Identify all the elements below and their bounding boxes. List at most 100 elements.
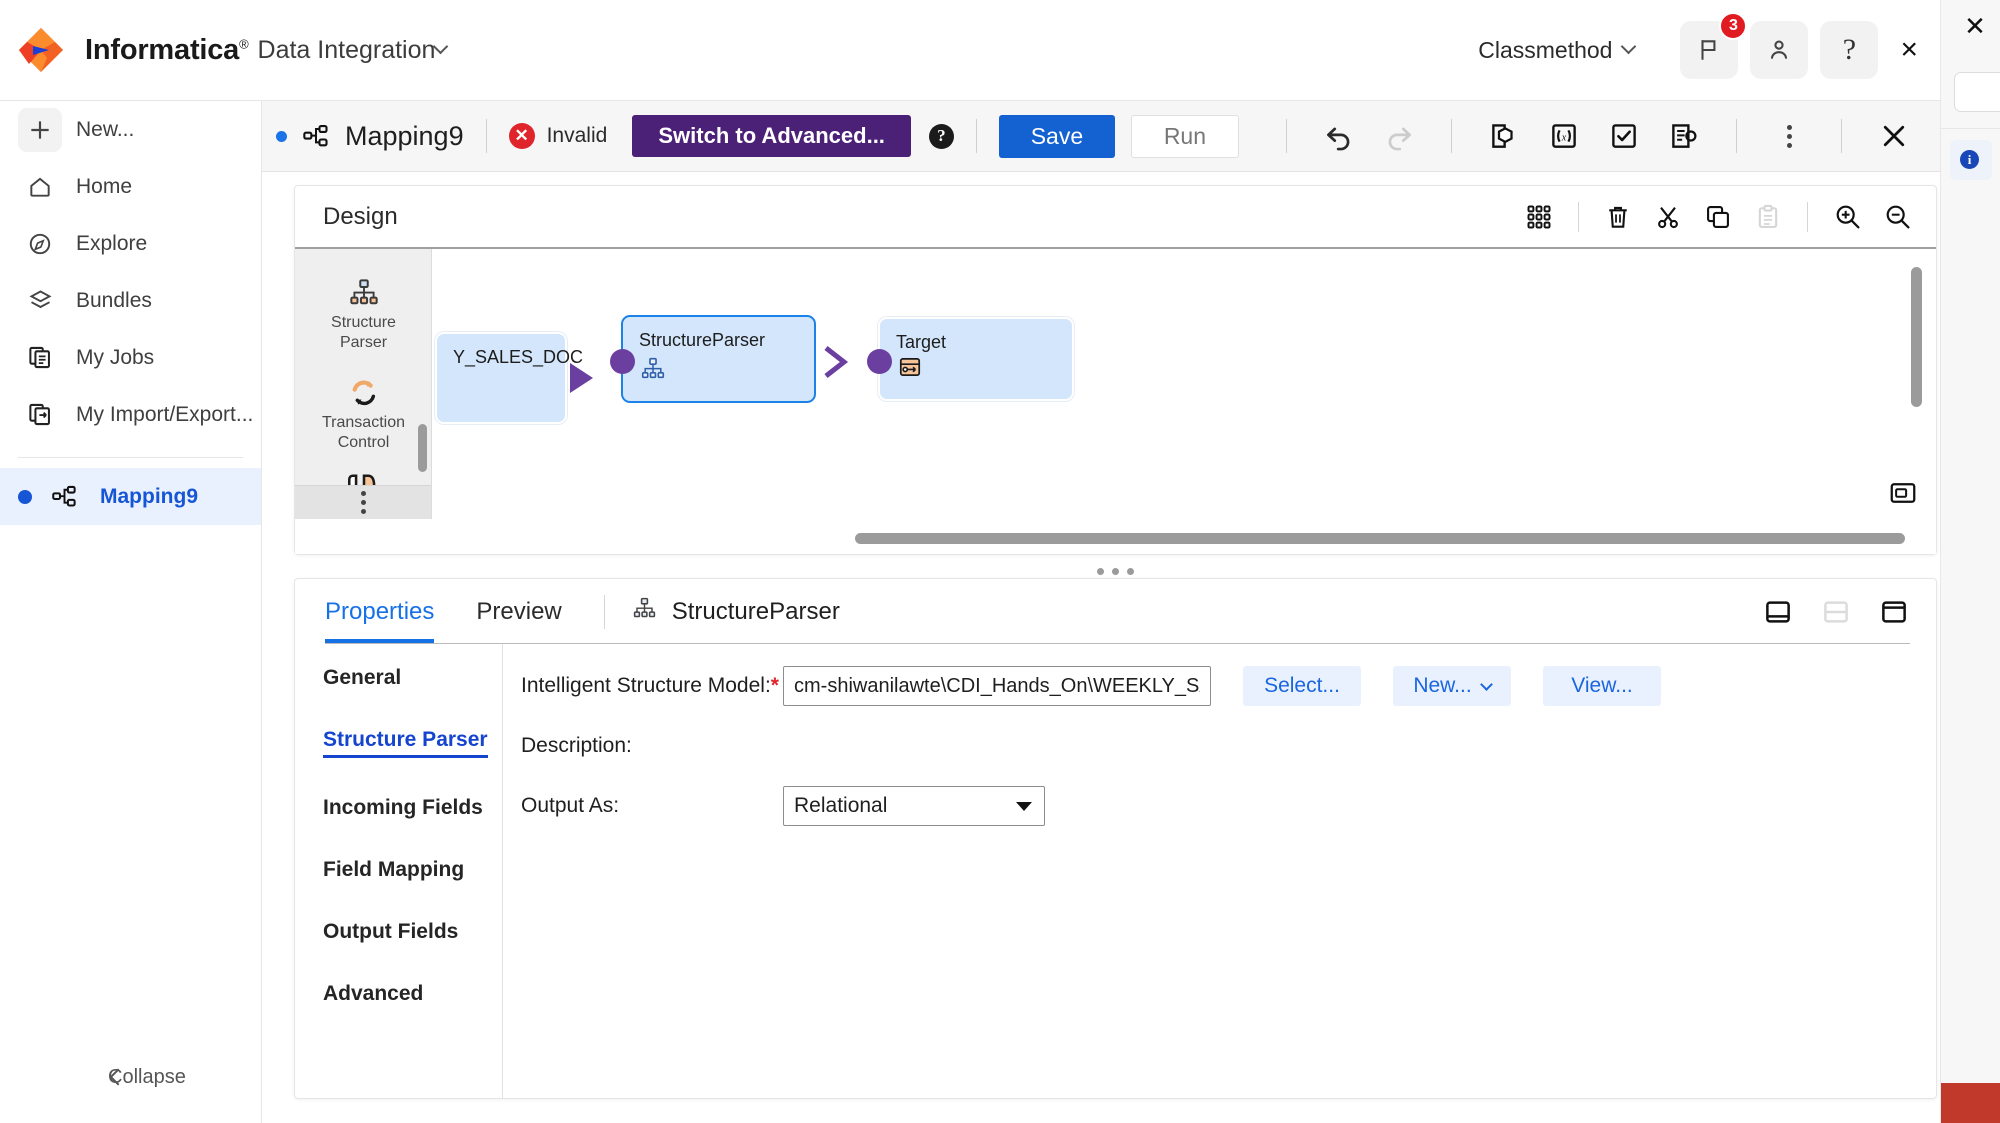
documentation-icon[interactable] — [1661, 113, 1707, 159]
save-button[interactable]: Save — [998, 114, 1115, 158]
background-window: ✕ i — [1940, 0, 2000, 1123]
delete-icon[interactable] — [1593, 194, 1643, 240]
target-icon — [896, 354, 924, 385]
structure-parser-icon — [639, 356, 667, 387]
brand-logo-group[interactable]: Informatica® Data Integration — [17, 26, 449, 74]
canvas-vertical-scrollbar[interactable] — [1911, 267, 1922, 407]
properties-nav-general[interactable]: General — [323, 666, 401, 690]
zoom-in-icon[interactable] — [1822, 194, 1872, 240]
intelligent-structure-model-row: Intelligent Structure Model:* Select... … — [521, 666, 1936, 706]
sidebar-item-my-import-export[interactable]: My Import/Export... — [0, 386, 261, 443]
palette-more-button[interactable] — [295, 485, 431, 519]
palette-item-transaction-control[interactable]: Transaction Control — [295, 377, 431, 453]
tab-label: Preview — [476, 597, 562, 625]
mapping-canvas[interactable]: Structure Parser Transaction Control Y_S… — [295, 249, 1936, 554]
properties-nav-structure-parser[interactable]: Structure Parser — [323, 728, 488, 758]
background-window-close-icon[interactable]: ✕ — [1962, 13, 1988, 40]
background-window-divider — [1940, 128, 2000, 129]
input-port[interactable] — [610, 349, 635, 374]
sidebar-item-label: New... — [76, 117, 135, 141]
user-icon — [1771, 40, 1788, 59]
toolbar-divider — [1807, 201, 1808, 232]
canvas-horizontal-scrollbar[interactable] — [855, 533, 1905, 544]
import-export-icon — [18, 393, 62, 437]
properties-nav-incoming-fields[interactable]: Incoming Fields — [323, 796, 483, 820]
new-model-label: New... — [1413, 674, 1472, 697]
palette-item-structure-parser[interactable]: Structure Parser — [295, 277, 431, 353]
sidebar-item-mapping9[interactable]: Mapping9 — [0, 468, 261, 525]
properties-panel: Properties Preview StructureParser Gener… — [294, 578, 1937, 1099]
undo-icon[interactable] — [1316, 113, 1362, 159]
output-as-select[interactable]: Relational — [783, 786, 1045, 826]
mapping-node-target[interactable]: Target — [867, 317, 1074, 401]
sidebar-item-home[interactable]: Home — [0, 158, 261, 215]
toolbar-center-group: Switch to Advanced... ? Save Run — [607, 114, 1264, 158]
tab-preview[interactable]: Preview — [476, 580, 561, 643]
connector-arrow — [570, 363, 593, 393]
switch-to-advanced-button[interactable]: Switch to Advanced... — [632, 115, 911, 157]
org-switcher[interactable]: Classmethod — [1478, 37, 1637, 64]
run-button[interactable]: Run — [1130, 114, 1239, 158]
cut-icon[interactable] — [1643, 194, 1693, 240]
more-transformations-icon — [361, 491, 366, 514]
informatica-logo-icon — [17, 26, 65, 74]
toolbar-divider — [1286, 119, 1287, 153]
properties-nav-field-mapping[interactable]: Field Mapping — [323, 858, 464, 882]
sidebar-item-explore[interactable]: Explore — [0, 215, 261, 272]
input-port[interactable] — [867, 349, 892, 374]
home-icon — [18, 165, 62, 209]
properties-nav-output-fields[interactable]: Output Fields — [323, 920, 458, 944]
grid-icon[interactable] — [1514, 194, 1564, 240]
intelligent-structure-model-input[interactable] — [783, 666, 1211, 706]
svg-text:x: x — [1561, 132, 1567, 143]
field-label-text: Intelligent Structure Model: — [521, 674, 771, 697]
tab-properties[interactable]: Properties — [325, 580, 435, 643]
splitter-dot — [1127, 567, 1134, 575]
sidebar-item-new[interactable]: New... — [0, 101, 261, 158]
mapping-node-structureparser[interactable]: StructureParser — [610, 315, 816, 403]
properties-nav-advanced[interactable]: Advanced — [323, 982, 423, 1006]
invalid-icon: ✕ — [508, 123, 535, 149]
palette-scrollbar[interactable] — [418, 424, 427, 472]
advanced-help-icon[interactable]: ? — [928, 123, 954, 149]
background-window-info-button[interactable]: i — [1950, 140, 1992, 180]
notifications-button[interactable]: 3 — [1680, 12, 1748, 79]
user-account-button[interactable] — [1750, 21, 1809, 79]
design-toolbar — [1514, 194, 1922, 240]
sidebar-collapse-button[interactable]: Collapse — [0, 1055, 262, 1099]
validation-status-label: Invalid — [546, 124, 608, 147]
mapping-title: Mapping9 — [345, 120, 464, 151]
panel-expand-icon[interactable] — [1876, 594, 1912, 630]
description-row: Description: — [521, 734, 1936, 758]
more-options-icon[interactable] — [1766, 113, 1812, 159]
flag-icon — [1701, 40, 1716, 60]
splitter-dot — [1112, 567, 1119, 575]
help-icon: ? — [1842, 33, 1857, 66]
view-model-button[interactable]: View... — [1543, 666, 1661, 706]
close-icon[interactable] — [1871, 113, 1917, 159]
panel-collapse-icon[interactable] — [1760, 594, 1796, 630]
new-model-button[interactable]: New... — [1393, 666, 1511, 706]
zoom-out-icon[interactable] — [1872, 194, 1922, 240]
mapping-node-label: Target — [896, 332, 947, 352]
mapping-status-dot — [276, 130, 287, 142]
selected-node-label: StructureParser — [671, 597, 840, 625]
application-root: ✕ i Informatica® Data Integration Classm… — [0, 0, 2000, 1123]
sidebar-item-my-jobs[interactable]: My Jobs — [0, 329, 261, 386]
design-panel: Design Structure Parser Transaction Cont… — [294, 185, 1937, 555]
mapping-node-source[interactable]: Y_SALES_DOC — [435, 332, 583, 424]
product-chevron-down-icon[interactable] — [433, 38, 449, 54]
transformation-palette[interactable]: Structure Parser Transaction Control — [295, 249, 432, 519]
sidebar-item-bundles[interactable]: Bundles — [0, 272, 261, 329]
help-button[interactable]: ? — [1820, 21, 1879, 79]
parameter-icon[interactable] — [1481, 113, 1527, 159]
window-close-icon[interactable]: × — [1900, 35, 1918, 65]
expression-icon[interactable]: x — [1541, 113, 1587, 159]
panel-layout-controls — [1760, 594, 1912, 630]
select-model-button[interactable]: Select... — [1243, 666, 1361, 706]
fit-to-window-icon[interactable] — [1886, 476, 1920, 510]
copy-icon[interactable] — [1693, 194, 1743, 240]
palette-item-label: Transaction Control — [322, 414, 405, 451]
validate-icon[interactable] — [1601, 113, 1647, 159]
panel-splitter[interactable] — [294, 563, 1937, 579]
